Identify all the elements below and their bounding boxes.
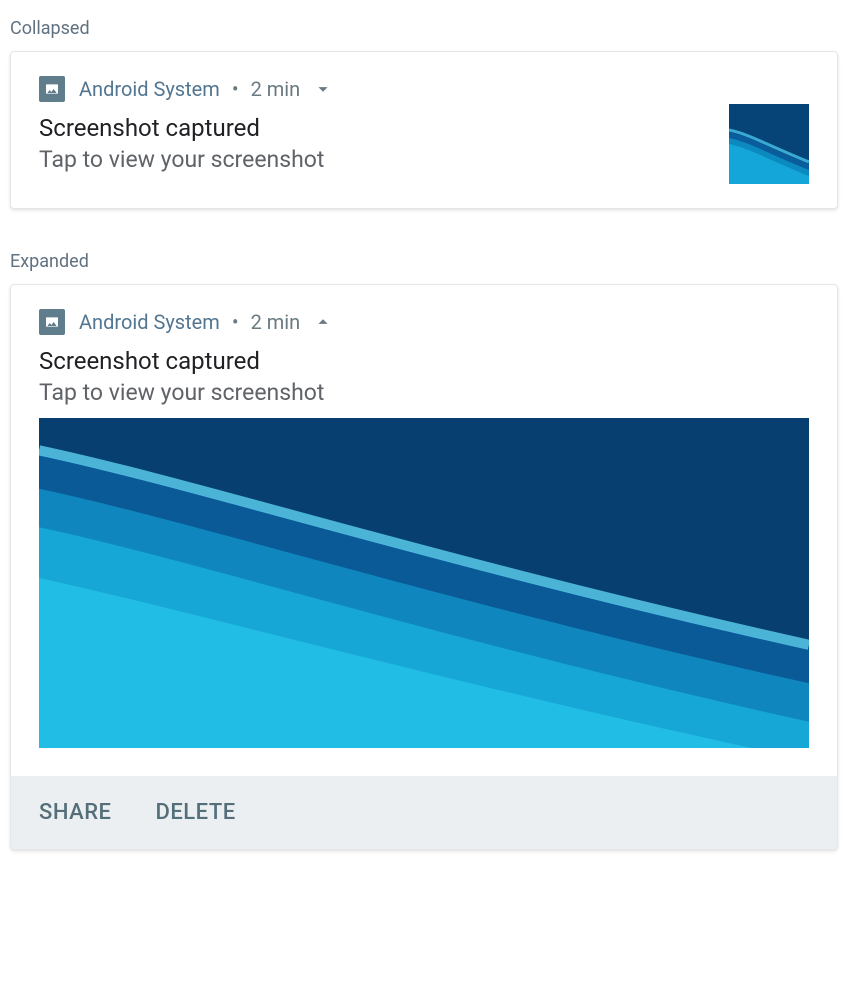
notification-text-block: Screenshot captured Tap to view your scr…: [39, 347, 809, 406]
notification-content[interactable]: Screenshot captured Tap to view your scr…: [11, 108, 837, 208]
screenshot-thumbnail: [729, 104, 809, 184]
chevron-down-icon[interactable]: [312, 78, 334, 100]
notification-card-collapsed[interactable]: Android System • 2 min Screenshot captur…: [10, 51, 838, 209]
notification-content[interactable]: Screenshot captured Tap to view your scr…: [11, 341, 837, 418]
section-label-expanded: Expanded: [10, 251, 838, 272]
chevron-up-icon[interactable]: [312, 311, 334, 333]
notification-title: Screenshot captured: [39, 114, 713, 142]
timestamp: 2 min: [251, 77, 301, 101]
image-icon: [39, 76, 65, 102]
section-label-collapsed: Collapsed: [10, 18, 838, 39]
separator-dot: •: [232, 310, 239, 334]
notification-text-block: Screenshot captured Tap to view your scr…: [39, 114, 713, 173]
separator-dot: •: [232, 77, 239, 101]
delete-button[interactable]: DELETE: [156, 800, 236, 825]
notification-body: Tap to view your screenshot: [39, 379, 809, 406]
app-name: Android System: [79, 310, 220, 334]
image-icon: [39, 309, 65, 335]
notification-card-expanded[interactable]: Android System • 2 min Screenshot captur…: [10, 284, 838, 850]
notification-header[interactable]: Android System • 2 min: [11, 52, 837, 108]
app-name: Android System: [79, 77, 220, 101]
notification-actions: SHARE DELETE: [11, 776, 837, 849]
share-button[interactable]: SHARE: [39, 800, 112, 825]
screenshot-large-image: [39, 418, 809, 748]
timestamp: 2 min: [251, 310, 301, 334]
notification-body: Tap to view your screenshot: [39, 146, 713, 173]
notification-header[interactable]: Android System • 2 min: [11, 285, 837, 341]
notification-title: Screenshot captured: [39, 347, 809, 375]
